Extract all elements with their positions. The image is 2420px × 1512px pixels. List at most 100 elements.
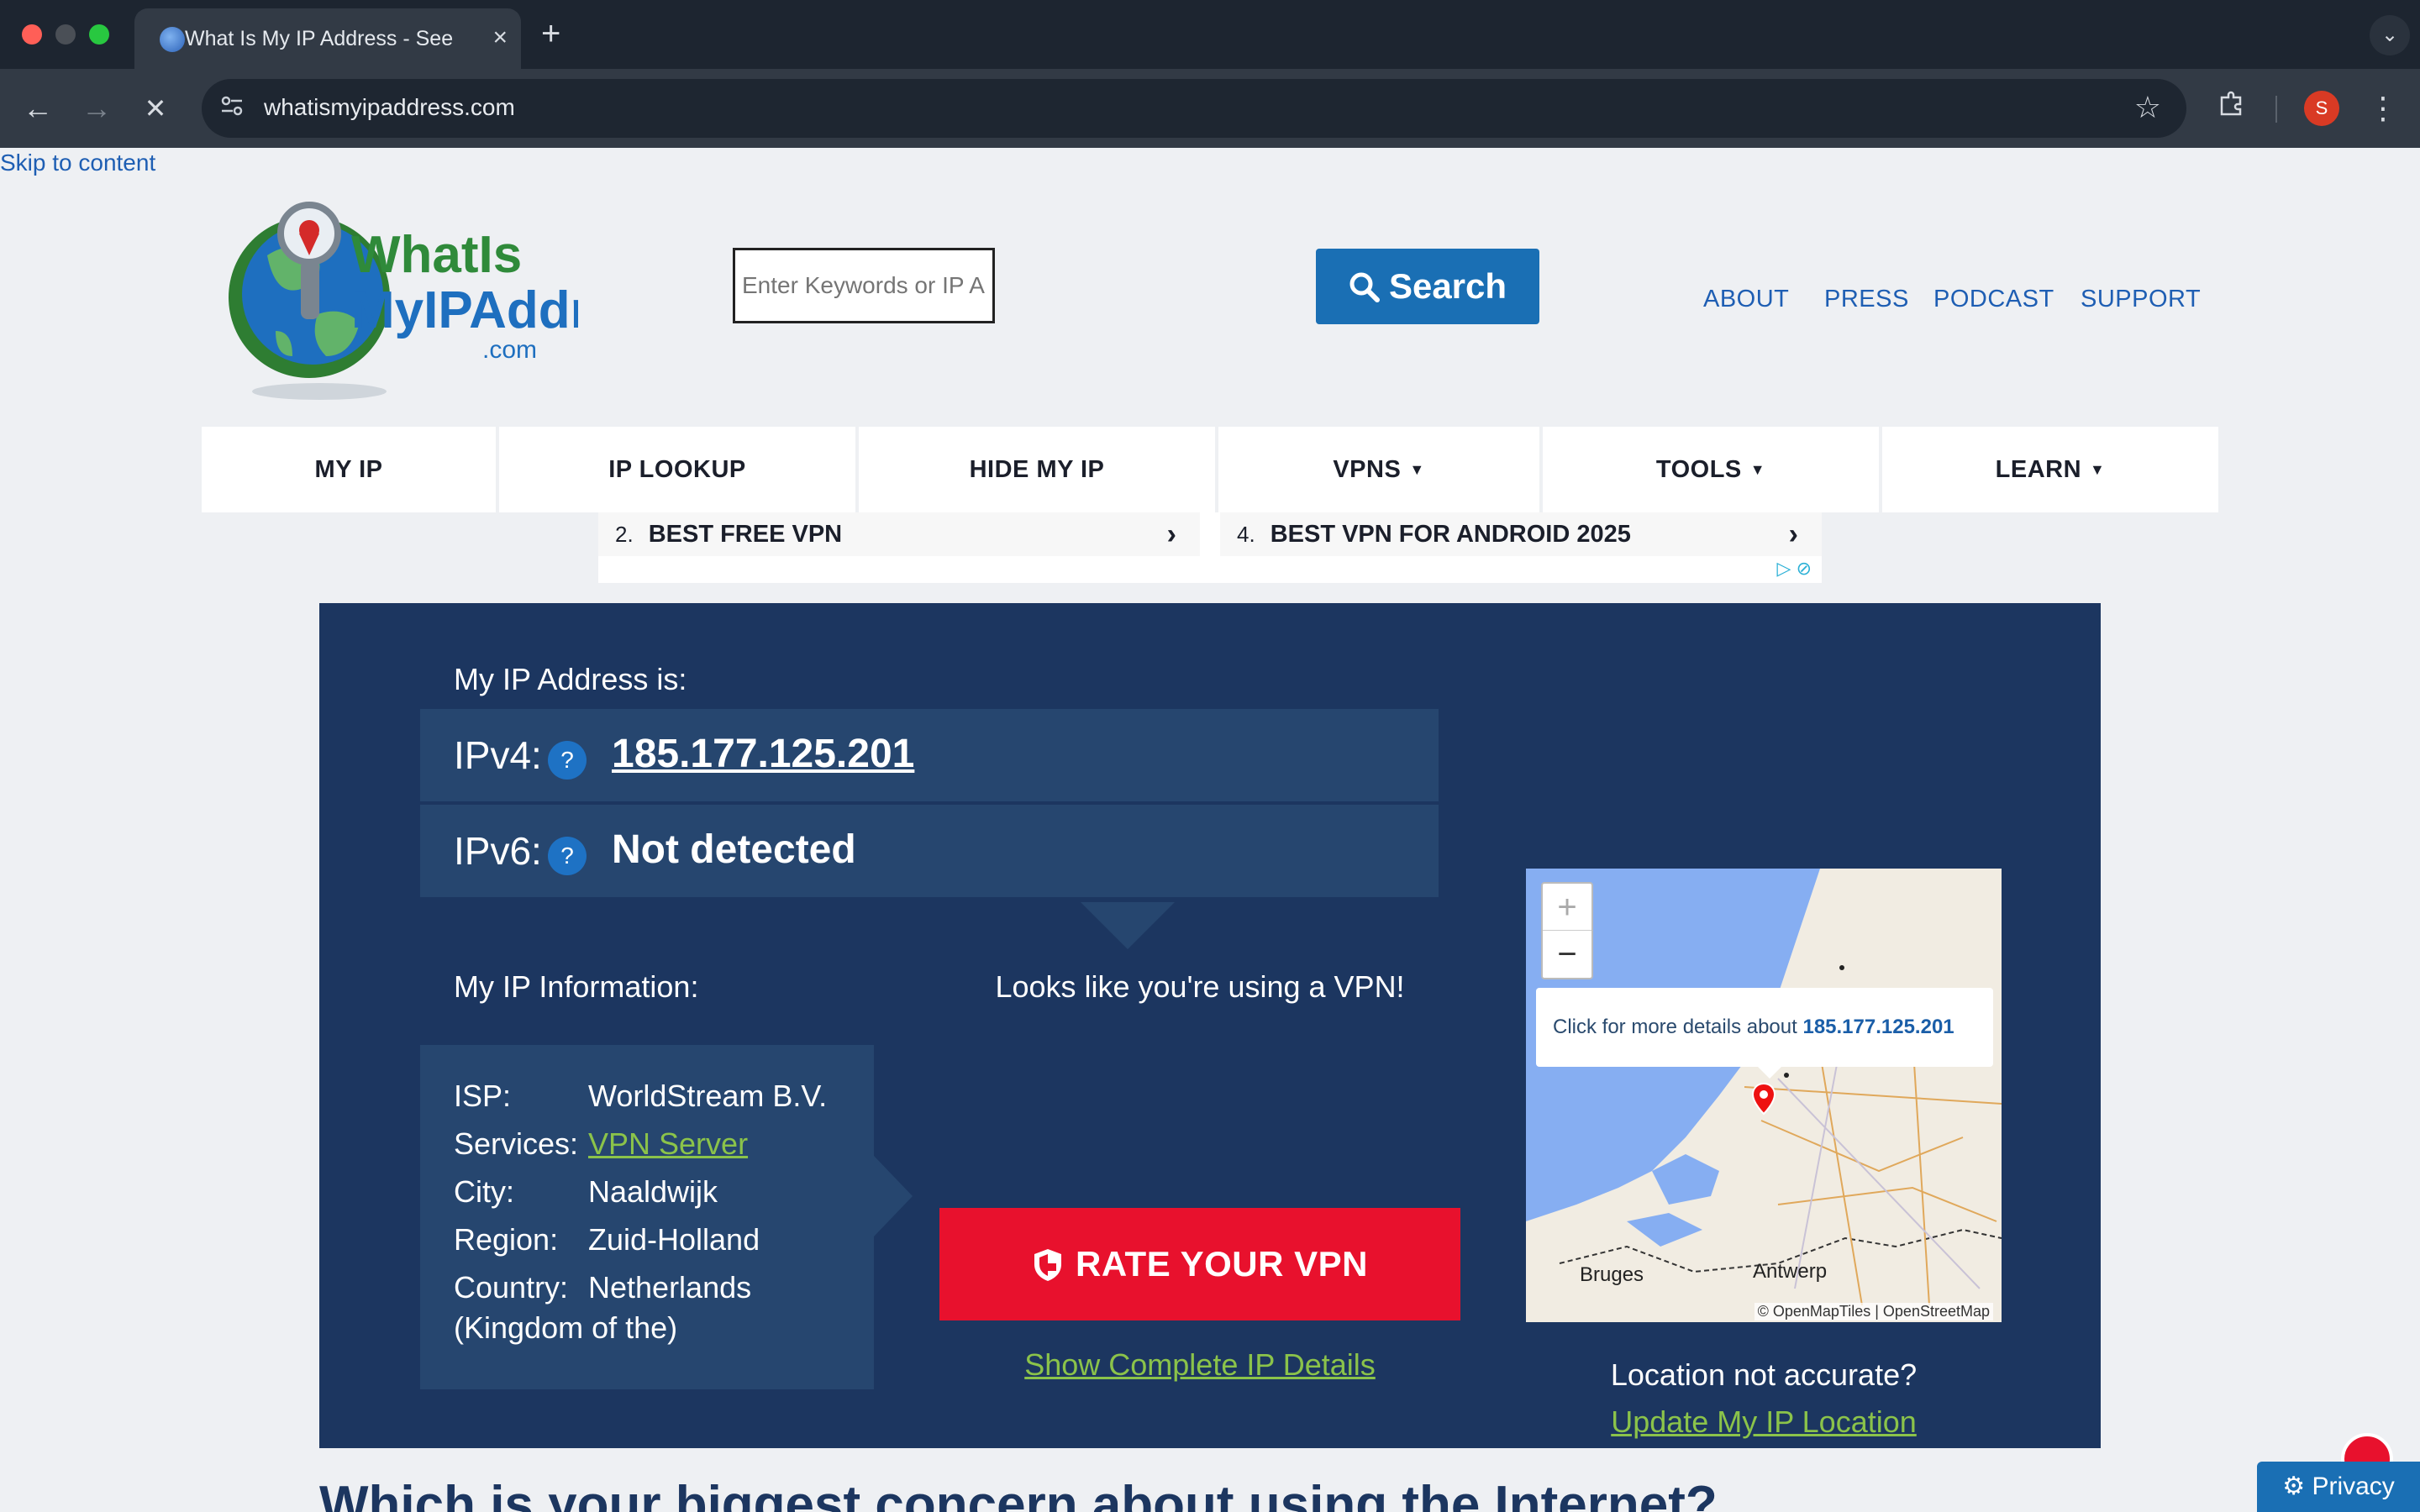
- ipv6-value: Not detected: [612, 827, 856, 872]
- url-text: whatismyipaddress.com: [264, 94, 515, 120]
- stop-loading-icon[interactable]: ✕: [134, 87, 176, 129]
- search-icon: [1349, 272, 1380, 302]
- browser-toolbar: ← → ✕ whatismyipaddress.com ☆ S ⋮: [0, 69, 2420, 148]
- ad-bar: 2. BEST FREE VPN › 4. BEST VPN FOR ANDROID…: [598, 512, 1822, 583]
- concern-heading: Which is your biggest concern about usin…: [319, 1476, 1718, 1512]
- isp-label: ISP:: [454, 1079, 512, 1113]
- zoom-in-button[interactable]: +: [1543, 884, 1591, 931]
- nav-label: VPNS: [1333, 456, 1402, 483]
- caret-down-icon: ▼: [1749, 461, 1766, 478]
- back-icon[interactable]: ←: [17, 87, 59, 129]
- window-maximize-button[interactable]: [89, 24, 109, 45]
- ad-label: BEST VPN FOR ANDROID 2025: [1270, 521, 1631, 548]
- location-accuracy-question: Location not accurate?: [1610, 1357, 1918, 1392]
- ad-label: BEST FREE VPN: [648, 521, 843, 548]
- chevron-right-icon: ›: [1166, 518, 1176, 550]
- ip-location-map[interactable]: + − Click for more details about 185.177…: [1526, 869, 2002, 1322]
- adchoices-icon[interactable]: ▷ ⊘: [1777, 558, 1812, 580]
- country-value: Netherlands: [588, 1270, 752, 1305]
- location-pin-icon[interactable]: [1751, 1082, 1776, 1116]
- ipv4-label: IPv4:: [454, 733, 542, 777]
- caret-down-icon: ▼: [2090, 461, 2106, 478]
- search-button-label: Search: [1388, 266, 1507, 306]
- caret-down-icon: ▼: [1409, 461, 1425, 478]
- address-bar[interactable]: whatismyipaddress.com ☆: [202, 79, 2186, 138]
- site-info-icon[interactable]: [217, 93, 247, 123]
- top-link-support[interactable]: SUPPORT: [2081, 286, 2201, 313]
- tab-search-chevron-icon[interactable]: ⌄: [2370, 15, 2410, 55]
- help-icon[interactable]: ?: [548, 837, 587, 875]
- nav-tools[interactable]: TOOLS ▼: [1543, 427, 1879, 512]
- browser-tab-active[interactable]: What Is My IP Address - See Your Public …: [134, 8, 521, 69]
- logo-text-myipaddress: MyIPAddress: [351, 281, 578, 339]
- top-link-press[interactable]: PRESS: [1824, 286, 1909, 313]
- chevron-right-icon: ›: [1788, 518, 1798, 550]
- map-popup-text: Click for more details about: [1553, 1016, 1797, 1038]
- search-button[interactable]: Search: [1316, 249, 1539, 324]
- logo-text-what-is: WhatIs: [351, 226, 522, 284]
- window-minimize-button[interactable]: [55, 24, 76, 45]
- browser-tab-bar: What Is My IP Address - See Your Public …: [0, 0, 2420, 69]
- map-zoom-controls: + −: [1541, 882, 1593, 979]
- ad-link[interactable]: 2. BEST FREE VPN ›: [598, 512, 1200, 556]
- nav-label: LEARN: [1995, 456, 2082, 483]
- privacy-label: Privacy: [2312, 1473, 2395, 1500]
- window-close-button[interactable]: [22, 24, 42, 45]
- map-label-bruges: Bruges: [1580, 1263, 1644, 1286]
- nav-vpns[interactable]: VPNS ▼: [1218, 427, 1539, 512]
- logo-text-com: .com: [482, 336, 537, 364]
- top-link-podcast[interactable]: PODCAST: [1933, 286, 2054, 313]
- globe-favicon-icon: [160, 27, 185, 52]
- nav-my-ip[interactable]: MY IP: [202, 427, 496, 512]
- info-box-arrow: [874, 1156, 913, 1236]
- forward-icon[interactable]: →: [76, 87, 118, 129]
- map-popup-tail: [1758, 1067, 1781, 1079]
- services-label: Services:: [454, 1126, 579, 1161]
- city-label: City:: [454, 1174, 514, 1209]
- zoom-out-button[interactable]: −: [1543, 931, 1591, 978]
- extensions-icon[interactable]: [2210, 87, 2252, 129]
- ip-info-title: My IP Information:: [454, 969, 699, 1004]
- browser-menu-icon[interactable]: ⋮: [2366, 87, 2400, 129]
- services-link[interactable]: VPN Server: [588, 1126, 748, 1162]
- map-popup[interactable]: Click for more details about 185.177.125…: [1536, 988, 1993, 1067]
- ipv6-row: IPv6: ? Not detected: [420, 805, 1439, 897]
- top-link-about[interactable]: ABOUT: [1703, 286, 1789, 313]
- ad-number: 4.: [1237, 522, 1255, 547]
- map-popup-ip: 185.177.125.201: [1802, 1016, 1954, 1038]
- bookmark-star-icon[interactable]: ☆: [2134, 91, 2161, 124]
- nav-label: IP LOOKUP: [608, 456, 746, 483]
- vpn-detected-message: Looks like you're using a VPN!: [995, 969, 1405, 1004]
- close-tab-icon[interactable]: ×: [492, 24, 508, 52]
- toolbar-divider: [2275, 96, 2277, 123]
- nav-learn[interactable]: LEARN ▼: [1882, 427, 2218, 512]
- ip-hero-panel: My IP Address is: IPv4: ? 185.177.125.20…: [319, 603, 2101, 1448]
- search-input[interactable]: [733, 248, 995, 323]
- show-ip-details-link[interactable]: Show Complete IP Details: [939, 1347, 1460, 1383]
- privacy-button[interactable]: ⚙ Privacy: [2257, 1462, 2420, 1512]
- nav-label: HIDE MY IP: [969, 456, 1105, 483]
- hero-title: My IP Address is:: [454, 662, 687, 696]
- nav-label: TOOLS: [1655, 456, 1742, 483]
- map-attribution[interactable]: © OpenMapTiles | OpenStreetMap: [1754, 1303, 1993, 1320]
- profile-avatar[interactable]: S: [2304, 91, 2339, 126]
- main-navigation: MY IP IP LOOKUP HIDE MY IP VPNS ▼ TOOLS ▼ …: [202, 427, 2218, 512]
- skip-to-content-link[interactable]: Skip to content: [0, 150, 155, 176]
- ad-link[interactable]: 4. BEST VPN FOR ANDROID 2025 ›: [1220, 512, 1822, 556]
- ip-info-box: ISP: WorldStream B.V. Services: VPN Serv…: [420, 1045, 874, 1389]
- nav-hide-my-ip[interactable]: HIDE MY IP: [859, 427, 1215, 512]
- rate-your-vpn-button[interactable]: RATE YOUR VPN: [939, 1208, 1460, 1320]
- nav-label: MY IP: [314, 456, 383, 483]
- ipv4-address-link[interactable]: 185.177.125.201: [612, 731, 914, 777]
- shield-icon: [1034, 1249, 1061, 1281]
- update-location-link[interactable]: Update My IP Location: [1526, 1404, 2002, 1440]
- panel-notch: [1081, 902, 1175, 949]
- nav-ip-lookup[interactable]: IP LOOKUP: [499, 427, 855, 512]
- help-icon[interactable]: ?: [548, 741, 587, 780]
- ipv6-label: IPv6:: [454, 829, 542, 873]
- map-label-antwerp: Antwerp: [1753, 1260, 1828, 1283]
- region-label: Region:: [454, 1222, 559, 1257]
- site-logo[interactable]: WhatIs MyIPAddress .com: [225, 180, 677, 410]
- gear-icon: ⚙: [2282, 1473, 2312, 1500]
- new-tab-button[interactable]: +: [541, 15, 560, 52]
